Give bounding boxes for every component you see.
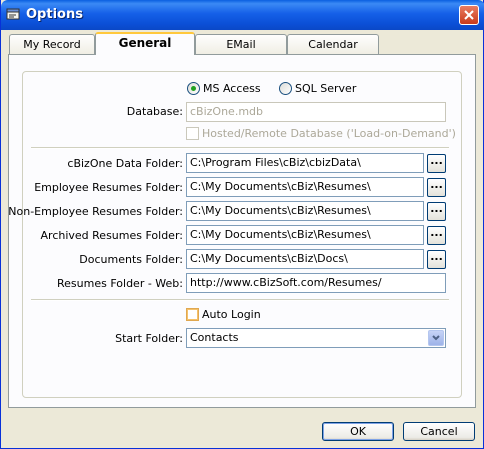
tab-calendar[interactable]: Calendar	[287, 34, 379, 54]
tab-my-record[interactable]: My Record	[9, 34, 95, 54]
non-employee-resumes-field[interactable]: C:\My Documents\cBiz\Resumes\	[186, 201, 424, 221]
database-label: Database:	[126, 105, 183, 118]
employee-resumes-browse-button[interactable]: ...	[427, 178, 446, 197]
documents-folder-field[interactable]: C:\My Documents\cBiz\Docs\	[186, 249, 424, 269]
database-field[interactable]: cBizOne.mdb	[186, 102, 446, 122]
hosted-database-checkbox[interactable]	[186, 127, 199, 140]
close-icon	[464, 10, 474, 20]
tab-general[interactable]: General	[95, 32, 195, 55]
data-folder-field[interactable]: C:\Program Files\cBiz\cbizData\	[186, 153, 424, 173]
archived-resumes-label: Archived Resumes Folder:	[40, 229, 183, 242]
web-folder-label: Resumes Folder - Web:	[57, 277, 183, 290]
window-title: Options	[26, 7, 83, 22]
dropdown-arrow-button[interactable]	[428, 330, 444, 346]
close-button[interactable]	[459, 5, 479, 25]
data-folder-label: cBizOne Data Folder:	[67, 157, 183, 170]
documents-folder-browse-button[interactable]: ...	[427, 250, 446, 269]
sql-server-label: SQL Server	[295, 82, 357, 95]
non-employee-resumes-label: Non-Employee Resumes Folder:	[8, 205, 183, 218]
divider	[31, 299, 449, 301]
archived-resumes-browse-button[interactable]: ...	[427, 226, 446, 245]
archived-resumes-field[interactable]: C:\My Documents\cBiz\Resumes\	[186, 225, 424, 245]
auto-login-label: Auto Login	[202, 308, 261, 321]
data-folder-browse-button[interactable]: ...	[427, 154, 446, 173]
tab-email[interactable]: EMail	[195, 34, 287, 54]
start-folder-select[interactable]: Contacts	[186, 328, 446, 348]
options-window-icon	[6, 8, 20, 20]
ok-button[interactable]: OK	[322, 422, 394, 441]
options-window: Options My Record General EMail Calendar…	[0, 0, 484, 449]
start-folder-label: Start Folder:	[115, 332, 183, 345]
sql-server-radio[interactable]	[279, 82, 292, 95]
cancel-button[interactable]: Cancel	[403, 422, 475, 441]
chevron-down-icon	[432, 335, 440, 341]
start-folder-value: Contacts	[190, 331, 239, 344]
hosted-database-label: Hosted/Remote Database ('Load-on-Demand'…	[202, 127, 456, 140]
documents-folder-label: Documents Folder:	[79, 253, 183, 266]
ms-access-label: MS Access	[203, 82, 261, 95]
ms-access-radio[interactable]	[187, 82, 200, 95]
general-tab-panel: MS Access SQL Server Database: cBizOne.m…	[8, 54, 476, 408]
auto-login-checkbox[interactable]	[186, 308, 199, 321]
employee-resumes-label: Employee Resumes Folder:	[34, 181, 183, 194]
title-bar[interactable]: Options	[1, 0, 484, 30]
employee-resumes-field[interactable]: C:\My Documents\cBiz\Resumes\	[186, 177, 424, 197]
divider	[31, 147, 449, 149]
web-folder-field[interactable]: http://www.cBizSoft.com/Resumes/	[186, 273, 446, 293]
non-employee-resumes-browse-button[interactable]: ...	[427, 202, 446, 221]
